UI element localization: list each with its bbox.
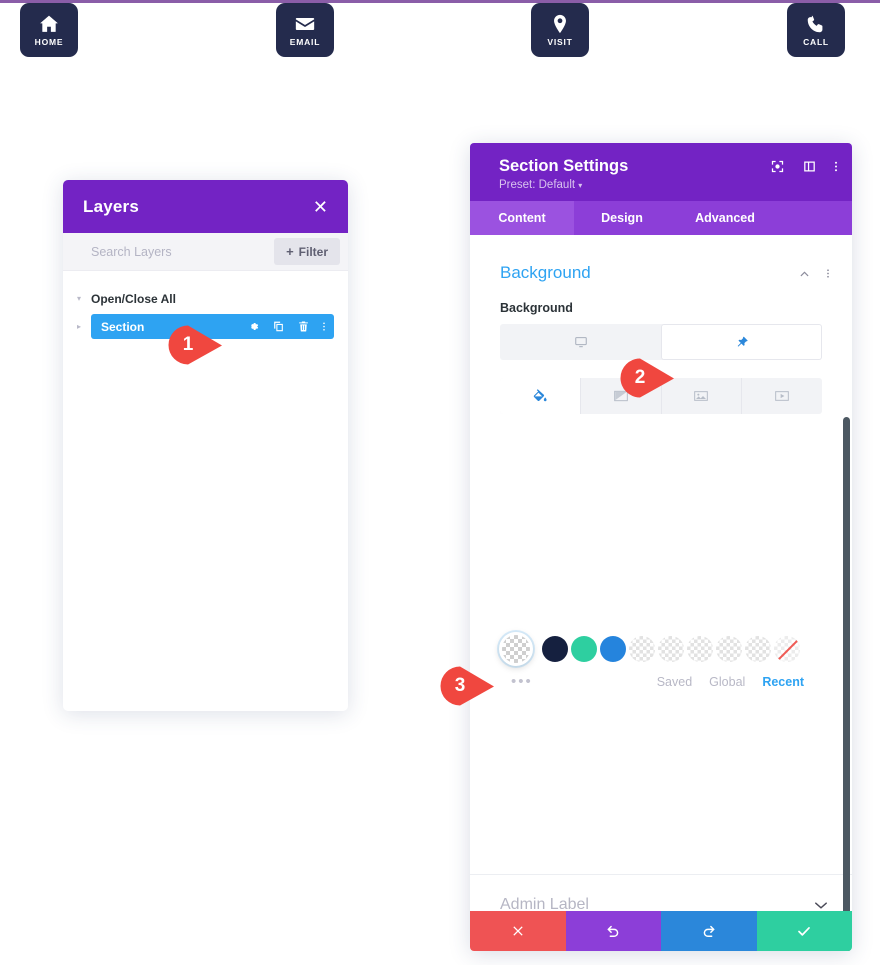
layer-item-actions [247, 320, 326, 333]
color-swatch-selected-transparent[interactable] [499, 632, 533, 666]
chevron-up-icon[interactable] [798, 267, 811, 280]
trash-icon[interactable] [297, 320, 310, 333]
pin-icon [735, 335, 749, 349]
color-swatch-row [470, 632, 852, 666]
color-palette: ••• Saved Global Recent [470, 632, 852, 689]
home-icon [38, 13, 60, 35]
settings-tab-bar: Content Design Advanced [470, 201, 852, 235]
filter-button-label: Filter [298, 244, 328, 259]
color-source-tabs: Saved Global Recent [657, 675, 804, 689]
color-swatch[interactable] [600, 636, 626, 662]
color-swatch-empty[interactable] [716, 636, 742, 662]
chevron-down-icon[interactable]: ▾ [77, 294, 91, 303]
layers-panel-header: Layers ✕ [63, 180, 348, 233]
color-tab-global[interactable]: Global [709, 675, 745, 689]
focus-frame-icon[interactable] [770, 159, 785, 174]
settings-action-bar [470, 911, 852, 951]
vertical-scrollbar[interactable] [843, 417, 850, 951]
settings-header-actions [770, 159, 838, 174]
envelope-icon [294, 13, 316, 35]
nav-button-label: VISIT [547, 37, 573, 47]
undo-button[interactable] [565, 911, 661, 951]
nav-button-call[interactable]: CALL [787, 3, 845, 57]
nav-button-email[interactable]: EMAIL [276, 3, 334, 57]
color-tab-recent[interactable]: Recent [762, 675, 804, 689]
color-swatch[interactable] [542, 636, 568, 662]
gear-icon[interactable] [247, 320, 260, 333]
more-options-icon[interactable]: ••• [511, 674, 533, 689]
open-close-all-label: Open/Close All [91, 291, 176, 306]
layers-panel-title: Layers [83, 196, 140, 216]
color-swatch-empty[interactable] [629, 636, 655, 662]
color-swatch-empty[interactable] [745, 636, 771, 662]
tab-advanced[interactable]: Advanced [670, 201, 780, 235]
background-type-image[interactable] [662, 378, 743, 414]
nav-button-label: HOME [34, 37, 64, 47]
section-settings-panel: Section Settings Preset: Default ▾ Conte… [470, 143, 852, 951]
background-type-color[interactable] [500, 378, 581, 414]
image-icon [693, 388, 709, 404]
top-navigation-bar: HOME EMAIL VISIT CALL [0, 3, 880, 63]
paint-bucket-icon [532, 388, 548, 404]
background-toggle-title: Background [500, 263, 591, 282]
color-swatch-empty[interactable] [658, 636, 684, 662]
layout-columns-icon[interactable] [802, 159, 817, 174]
preset-label: Preset: Default [499, 179, 576, 191]
background-toggle-header[interactable]: Background [470, 235, 852, 283]
nav-button-label: EMAIL [289, 37, 321, 47]
nav-button-visit[interactable]: VISIT [531, 3, 589, 57]
responsive-mode-desktop[interactable] [500, 324, 661, 360]
close-icon[interactable]: ✕ [313, 198, 328, 216]
open-close-all-row[interactable]: ▾ Open/Close All [77, 287, 334, 310]
video-icon [774, 388, 790, 404]
map-pin-icon [549, 13, 571, 35]
background-type-video[interactable] [742, 378, 822, 414]
color-palette-meta: ••• Saved Global Recent [470, 666, 852, 689]
desktop-icon [574, 335, 588, 349]
filter-button[interactable]: + Filter [274, 238, 340, 265]
nav-button-home[interactable]: HOME [20, 3, 78, 57]
layer-item-section[interactable]: Section [91, 314, 334, 339]
responsive-mode-hover[interactable] [661, 324, 822, 360]
more-vertical-icon[interactable] [826, 267, 830, 280]
more-vertical-icon[interactable] [322, 320, 326, 333]
save-button[interactable] [756, 911, 852, 951]
chevron-down-icon [814, 901, 828, 910]
chevron-right-icon[interactable]: ▸ [77, 322, 91, 331]
search-layers-input[interactable]: Search Layers [91, 245, 172, 259]
cancel-button[interactable] [470, 911, 566, 951]
redo-button[interactable] [661, 911, 757, 951]
settings-panel-header: Section Settings Preset: Default ▾ [470, 143, 852, 201]
more-vertical-icon[interactable] [834, 159, 838, 174]
background-type-selector [500, 378, 822, 414]
background-toggle-actions [798, 267, 830, 280]
duplicate-icon[interactable] [272, 320, 285, 333]
layers-tree: ▾ Open/Close All ▸ Section [63, 271, 348, 339]
nav-button-label: CALL [803, 37, 829, 47]
background-responsive-toggle [500, 324, 822, 360]
background-field-label: Background [500, 301, 573, 315]
phone-icon [805, 13, 827, 35]
tab-design[interactable]: Design [574, 201, 670, 235]
tab-content[interactable]: Content [470, 201, 574, 235]
layer-item-label: Section [101, 319, 145, 334]
background-type-gradient[interactable] [581, 378, 662, 414]
color-swatch-empty[interactable] [687, 636, 713, 662]
color-swatch-none[interactable] [774, 636, 800, 662]
color-tab-saved[interactable]: Saved [657, 675, 692, 689]
layers-search-bar: Search Layers + Filter [63, 233, 348, 271]
chevron-down-icon: ▾ [578, 181, 583, 190]
preset-selector[interactable]: Preset: Default ▾ [499, 179, 836, 191]
plus-icon: + [286, 244, 294, 259]
settings-scroll-area: Background Background ••• Saved Global R… [470, 235, 852, 951]
gradient-icon [613, 388, 629, 404]
layers-panel: Layers ✕ Search Layers + Filter ▾ Open/C… [63, 180, 348, 711]
color-swatch[interactable] [571, 636, 597, 662]
